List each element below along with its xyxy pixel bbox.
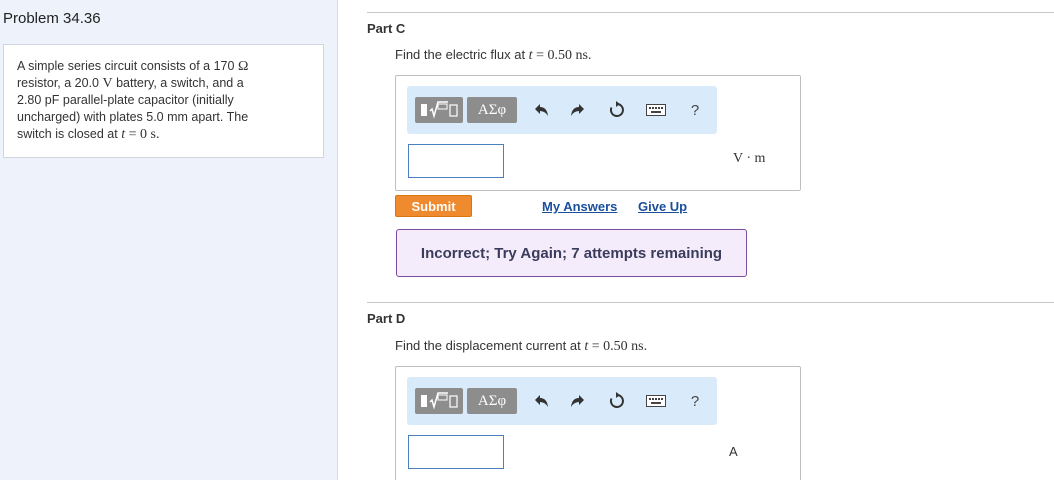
part-c-units: V · m: [733, 151, 766, 166]
part-c-label: Part C: [367, 21, 406, 36]
math-toolbar: ΑΣφ ?: [407, 86, 717, 134]
keyboard-icon[interactable]: [645, 100, 667, 120]
part-c-question: Find the electric flux at t = 0.50 ns.: [395, 47, 591, 64]
give-up-link[interactable]: Give Up: [638, 199, 687, 214]
part-c-answer-input[interactable]: [408, 144, 504, 178]
feedback-message: Incorrect; Try Again; 7 attempts remaini…: [396, 229, 747, 277]
problem-line: resistor, a 20.0 V battery, a switch, an…: [17, 75, 313, 92]
part-d-question: Find the displacement current at t = 0.5…: [395, 338, 647, 355]
problem-text: battery, a switch, and a: [112, 76, 244, 90]
problem-line: 2.80 pF parallel-plate capacitor (initia…: [17, 92, 313, 109]
part-d-label: Part D: [367, 311, 406, 326]
undo-icon[interactable]: [532, 100, 552, 120]
equals-sign: =: [588, 339, 604, 354]
problem-line: A simple series circuit consists of a 17…: [17, 58, 313, 75]
volt-symbol: V: [102, 76, 113, 91]
problem-text: resistor, a 20.0: [17, 76, 103, 90]
reset-icon[interactable]: [607, 391, 627, 411]
problem-title: Problem 34.36: [3, 10, 101, 27]
problem-text: A simple series circuit consists of a 17…: [17, 59, 238, 73]
time-value: 0.50 ns.: [603, 339, 648, 354]
equals-sign: =: [125, 127, 141, 142]
problem-statement: A simple series circuit consists of a 17…: [3, 44, 324, 158]
part-d-answer-box: ΑΣφ ? A: [395, 366, 801, 480]
problem-line: switch is closed at t = 0 s.: [17, 126, 313, 143]
templates-button[interactable]: [415, 388, 463, 414]
part-d-answer-input[interactable]: [408, 435, 504, 469]
templates-icon: [421, 101, 458, 119]
keyboard-icon[interactable]: [645, 391, 667, 411]
problem-text: 2.80 pF parallel-plate capacitor (initia…: [17, 93, 234, 107]
symbols-button[interactable]: ΑΣφ: [467, 388, 517, 414]
help-button[interactable]: ?: [685, 100, 705, 120]
undo-icon[interactable]: [532, 391, 552, 411]
redo-icon[interactable]: [567, 391, 587, 411]
problem-text: uncharged) with plates 5.0 mm apart. The: [17, 110, 249, 124]
time-value: 0.50 ns.: [547, 48, 592, 63]
reset-icon[interactable]: [607, 100, 627, 120]
help-button[interactable]: ?: [685, 391, 705, 411]
templates-button[interactable]: [415, 97, 463, 123]
feedback-text: Incorrect; Try Again; 7 attempts remaini…: [420, 244, 723, 262]
my-answers-link[interactable]: My Answers: [542, 199, 617, 214]
templates-icon: [421, 392, 458, 410]
part-d-divider: [367, 302, 1054, 303]
submit-button[interactable]: Submit: [395, 195, 472, 217]
part-c-divider: [367, 12, 1054, 13]
symbols-button[interactable]: ΑΣφ: [467, 97, 517, 123]
equals-sign: =: [532, 48, 548, 63]
question-text: Find the electric flux at: [395, 47, 529, 62]
part-d-units: A: [729, 444, 738, 459]
question-text: Find the displacement current at: [395, 338, 585, 353]
problem-sidebar: Problem 34.36 A simple series circuit co…: [0, 0, 338, 480]
time-value: 0 s.: [140, 127, 160, 142]
problem-line: uncharged) with plates 5.0 mm apart. The: [17, 109, 313, 126]
part-c-answer-box: ΑΣφ ? V · m: [395, 75, 801, 191]
math-toolbar: ΑΣφ ?: [407, 377, 717, 425]
redo-icon[interactable]: [567, 100, 587, 120]
ohm-symbol: Ω: [237, 59, 249, 74]
problem-text: switch is closed at: [17, 127, 122, 141]
